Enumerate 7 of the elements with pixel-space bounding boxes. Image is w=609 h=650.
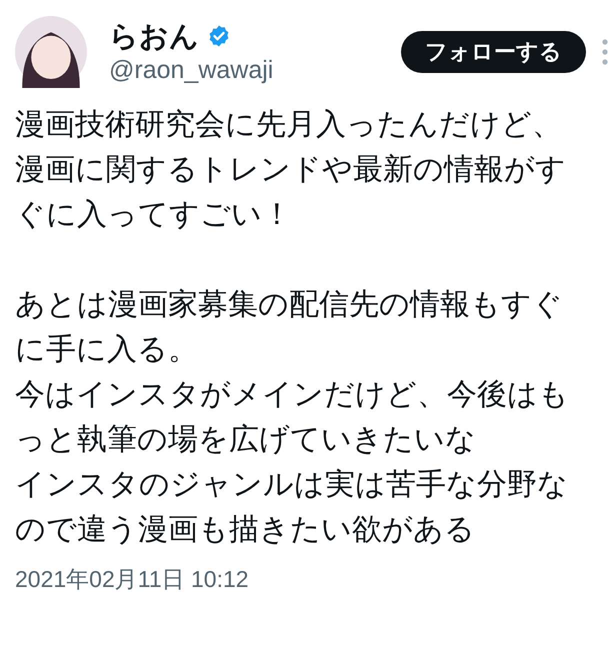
- author-name[interactable]: らおん: [109, 18, 199, 54]
- avatar-icon[interactable]: [15, 16, 87, 88]
- timestamp[interactable]: 2021年02月11日 10:12: [15, 564, 249, 595]
- tweet-paragraph: あとは漫画家募集の配信先の情報もすぐ に手に入る。 今はインスタがメインだけど、今後はも っと執筆の場を広げていきたいな インスタのジャンルは実は苦手な分野な ので違う漫画も描きたい欲がある: [15, 286, 570, 549]
- tweet-paragraph: 漫画技術研究会に先月入ったんだけど、 漫画に関するトレンドや最新の情報がす ぐに入ってすごい！: [15, 106, 567, 234]
- author-handle[interactable]: @raon_wawaji: [109, 54, 274, 86]
- follow-button[interactable]: フォローする: [401, 31, 586, 73]
